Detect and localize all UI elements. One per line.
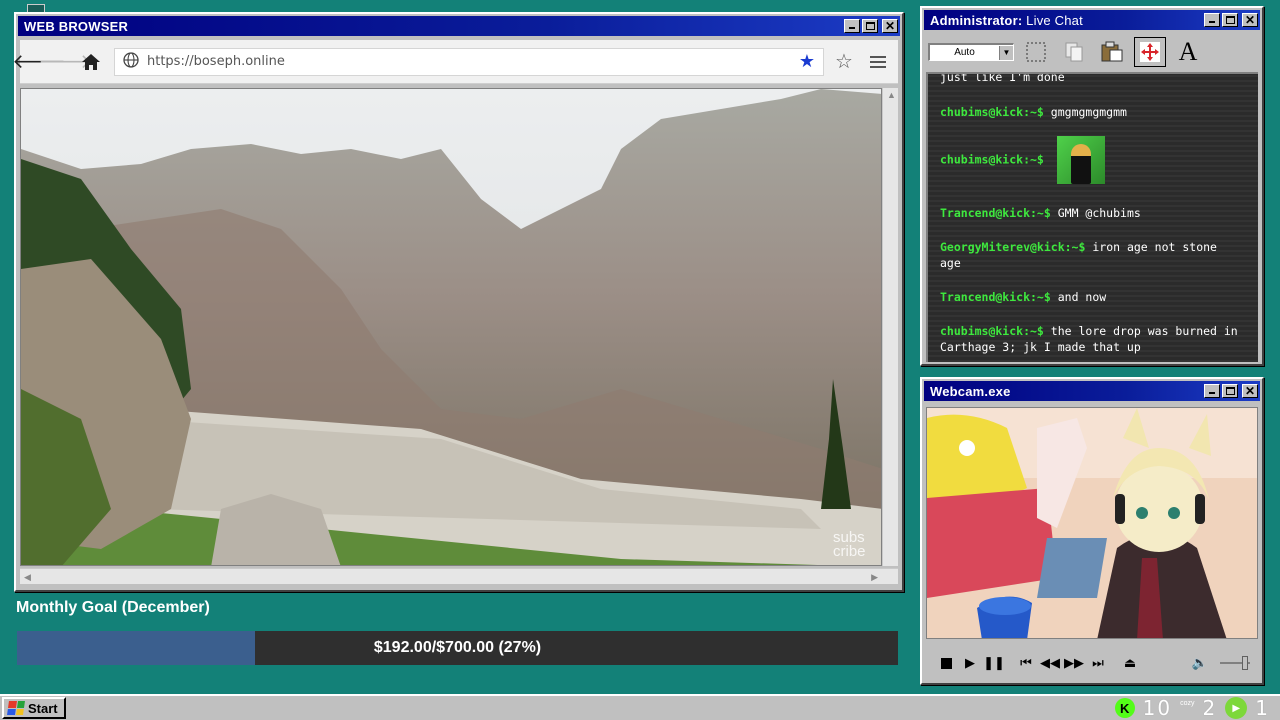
- chat-messages[interactable]: just like I'm done chubims@kick:~$ gmgmg…: [926, 72, 1258, 362]
- vtuber-avatar-image: [927, 408, 1257, 638]
- scroll-right-arrow-icon[interactable]: ▶: [871, 572, 878, 583]
- chat-message: Trancend@kick:~$ GMM @chubims: [940, 206, 1141, 220]
- copy-icon[interactable]: [1058, 37, 1090, 67]
- subscribe-watermark: subs cribe: [833, 529, 866, 560]
- bookmarked-star-icon[interactable]: ★: [799, 51, 815, 72]
- chat-window: Administrator: Live Chat ✕ Auto ▼ A just…: [920, 6, 1264, 366]
- horizontal-scrollbar[interactable]: ◀ ▶: [20, 568, 898, 584]
- vertical-scrollbar[interactable]: ▲: [882, 88, 898, 566]
- volume-icon[interactable]: 🔈: [1188, 651, 1212, 675]
- chat-toolbar: Auto ▼ A: [926, 34, 1258, 70]
- chat-message: Trancend@kick:~$ and now: [940, 290, 1107, 304]
- eject-icon[interactable]: ⏏: [1118, 651, 1142, 675]
- scroll-left-arrow-icon[interactable]: ◀: [24, 572, 31, 583]
- skip-forward-icon[interactable]: ⏭: [1086, 651, 1110, 675]
- play-icon[interactable]: ▶: [958, 651, 982, 675]
- start-button[interactable]: Start: [2, 697, 66, 719]
- video-viewport[interactable]: subs cribe: [20, 88, 882, 566]
- chat-title: Administrator: Live Chat: [930, 12, 1083, 28]
- chat-partial-line: just like I'm done: [940, 72, 1065, 84]
- green-screen-emote-icon: [1056, 136, 1105, 184]
- chevron-down-icon[interactable]: ▼: [999, 45, 1013, 60]
- scroll-up-arrow-icon[interactable]: ▲: [887, 90, 896, 100]
- fast-forward-icon[interactable]: ▶▶: [1062, 651, 1086, 675]
- skip-back-icon[interactable]: ⏮: [1014, 651, 1038, 675]
- stop-icon[interactable]: [934, 651, 958, 675]
- url-text: https://boseph.online: [147, 54, 285, 69]
- forward-arrow-icon[interactable]: 🡒: [38, 49, 92, 75]
- address-bar[interactable]: https://boseph.online ★: [114, 47, 824, 76]
- chat-message: GeorgyMiterev@kick:~$ iron age not stone…: [940, 240, 1217, 270]
- goal-progress-bar: $192.00/$700.00 (27%): [17, 631, 898, 665]
- goal-progress-text: $192.00/$700.00 (27%): [373, 639, 542, 656]
- move-icon[interactable]: [1134, 37, 1166, 67]
- media-controls: ▶ ❚❚ ⏮ ◀◀ ▶▶ ⏭ ⏏ 🔈: [926, 645, 1258, 681]
- maximize-button[interactable]: [862, 19, 878, 33]
- home-icon[interactable]: [78, 49, 104, 75]
- browser-toolbar: 🡐 🡒 https://boseph.online ★ ☆: [12, 40, 898, 84]
- globe-icon: [123, 52, 139, 71]
- cozy-label: cozy: [1180, 699, 1195, 707]
- chat-message: chubims@kick:~$ the lore drop was burned…: [940, 324, 1238, 354]
- favorites-star-icon[interactable]: ☆: [824, 49, 864, 74]
- close-button[interactable]: ✕: [882, 19, 898, 33]
- minimize-button[interactable]: [1204, 13, 1220, 27]
- pause-icon[interactable]: ❚❚: [982, 651, 1006, 675]
- tray-count-c: 1: [1255, 696, 1270, 720]
- chat-message: chubims@kick:~$ gmgmgmgmgmm: [940, 105, 1127, 119]
- tray-count-a: 10: [1142, 696, 1173, 720]
- goal-title: Monthly Goal (December): [16, 599, 210, 616]
- auto-select[interactable]: Auto ▼: [928, 43, 1014, 61]
- paste-icon[interactable]: [1096, 37, 1128, 67]
- play-circle-icon[interactable]: ▶: [1225, 697, 1248, 719]
- minimize-button[interactable]: [1204, 384, 1220, 398]
- close-button[interactable]: ✕: [1242, 384, 1258, 398]
- rewind-icon[interactable]: ◀◀: [1038, 651, 1062, 675]
- tray-count-b: 2: [1202, 696, 1218, 720]
- chat-message: chubims@kick:~$: [940, 136, 1240, 184]
- maximize-button[interactable]: [1222, 13, 1238, 27]
- webcam-titlebar[interactable]: Webcam.exe ✕: [924, 381, 1260, 401]
- kick-icon[interactable]: K: [1114, 698, 1135, 718]
- webcam-window: Webcam.exe ✕ ▶ ❚❚ ⏮ ◀◀ ▶▶ ⏭ ⏏ 🔈: [920, 377, 1264, 685]
- browser-window: WEB BROWSER ✕ 🡐 🡒 https://boseph.online …: [12, 12, 904, 592]
- text-tool-icon[interactable]: A: [1172, 37, 1204, 67]
- browser-titlebar[interactable]: WEB BROWSER ✕: [18, 16, 900, 36]
- close-button[interactable]: ✕: [1242, 13, 1258, 27]
- select-rect-icon[interactable]: [1020, 37, 1052, 67]
- taskbar: Start K 10 cozy 2 ▶ 1: [0, 694, 1280, 720]
- system-tray: K 10 cozy 2 ▶ 1: [1114, 696, 1280, 720]
- minimize-button[interactable]: [844, 19, 860, 33]
- webcam-title: Webcam.exe: [930, 383, 1011, 399]
- maximize-button[interactable]: [1222, 384, 1238, 398]
- hamburger-menu-icon[interactable]: [864, 55, 892, 68]
- browser-title: WEB BROWSER: [24, 18, 129, 34]
- video-frame: [21, 89, 881, 565]
- volume-slider[interactable]: [1220, 656, 1250, 670]
- chat-titlebar[interactable]: Administrator: Live Chat ✕: [924, 10, 1260, 30]
- webcam-view: [926, 407, 1258, 639]
- windows-logo-icon: [7, 701, 25, 715]
